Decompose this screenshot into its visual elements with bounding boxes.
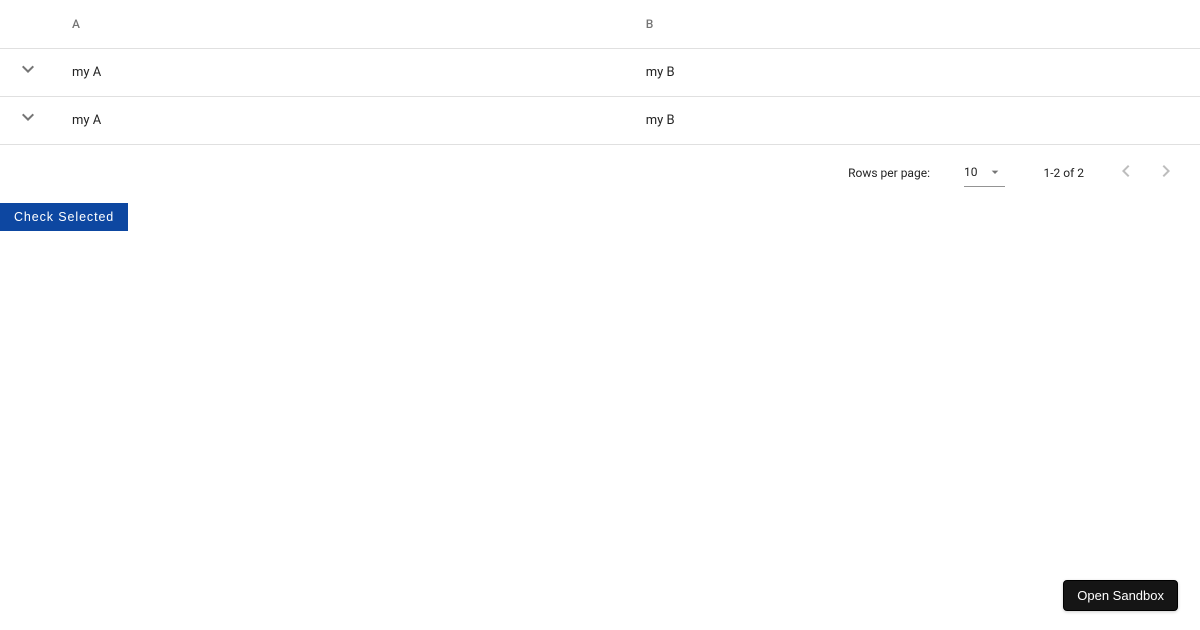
expand-cell [0,96,56,144]
data-table: A B my A my B my [0,0,1200,145]
cell-b-value: my B [646,113,675,128]
open-sandbox-button[interactable]: Open Sandbox [1063,580,1178,611]
cell-b: my B [630,48,1200,96]
prev-page-button[interactable] [1106,153,1146,193]
rows-per-page-select[interactable]: 10 [964,159,1006,187]
table-header-row: A B [0,0,1200,48]
expand-row-button[interactable] [16,107,40,131]
cell-a-value: my A [72,65,101,80]
cell-a: my A [56,96,630,144]
chevron-down-icon [16,57,40,85]
cell-a: my A [56,48,630,96]
expand-row-button[interactable] [16,59,40,83]
expand-cell [0,48,56,96]
expand-header [0,0,56,48]
open-sandbox-label: Open Sandbox [1077,588,1164,603]
table-footer: Rows per page: 10 1-2 of 2 [0,145,1200,201]
column-header-b[interactable]: B [630,0,1200,48]
table-row[interactable]: my A my B [0,48,1200,96]
dropdown-icon [987,164,1003,180]
table-row[interactable]: my A my B [0,96,1200,144]
chevron-down-icon [16,105,40,133]
check-selected-button[interactable]: Check Selected [0,203,128,231]
rows-per-page-value: 10 [964,165,988,179]
cell-b-value: my B [646,65,675,80]
next-page-button[interactable] [1146,153,1186,193]
check-selected-label: Check Selected [14,210,114,224]
column-header-b-label: B [646,17,654,31]
chevron-right-icon [1154,159,1178,186]
column-header-a-label: A [72,17,80,31]
chevron-left-icon [1114,159,1138,186]
pagination-range: 1-2 of 2 [1043,166,1084,180]
cell-b: my B [630,96,1200,144]
column-header-a[interactable]: A [56,0,630,48]
cell-a-value: my A [72,113,101,128]
rows-per-page-label: Rows per page: [848,166,930,180]
